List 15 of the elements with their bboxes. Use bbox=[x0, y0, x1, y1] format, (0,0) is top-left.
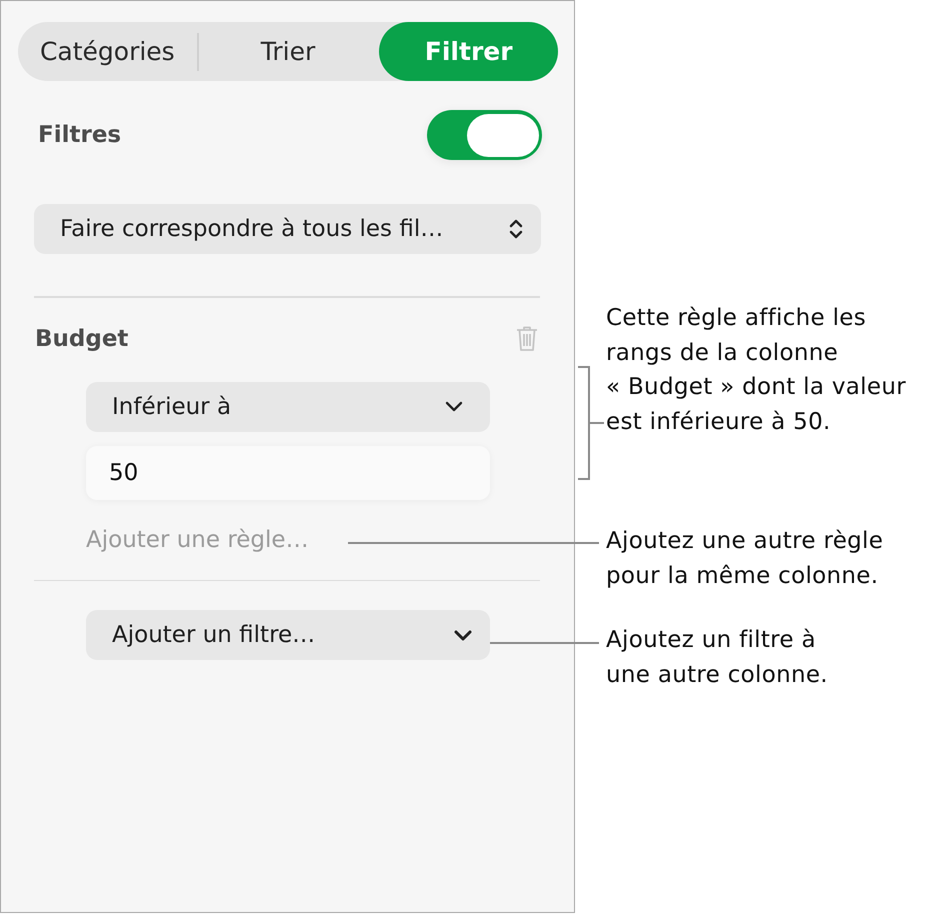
column-heading: Budget bbox=[35, 326, 128, 352]
value-field[interactable]: 50 bbox=[86, 446, 490, 500]
match-popup-button[interactable]: Faire correspondre à tous les fil… bbox=[34, 204, 541, 254]
add-filter-dropdown[interactable]: Ajouter un filtre… bbox=[86, 610, 490, 660]
toggle-switch[interactable] bbox=[427, 110, 542, 160]
callout-text: Ajoutez un filtre à une autre colonne. bbox=[606, 626, 829, 690]
tab[interactable]: Catégories bbox=[18, 22, 197, 81]
chevron-down-icon bbox=[454, 630, 472, 640]
chevron-down-icon bbox=[445, 401, 463, 412]
tab[interactable]: Trier bbox=[198, 22, 378, 81]
callout-text: Cette règle affiche les rangs de la colonne « Budget » dont la valeur est inférieure à 50. bbox=[606, 304, 906, 438]
filters-label: Filtres bbox=[38, 122, 122, 148]
callout-text: Ajoutez une autre règle pour la même colonne. bbox=[606, 526, 884, 591]
up-down-chevron-icon bbox=[509, 218, 523, 240]
condition-dropdown[interactable]: Inférieur à bbox=[86, 382, 490, 432]
